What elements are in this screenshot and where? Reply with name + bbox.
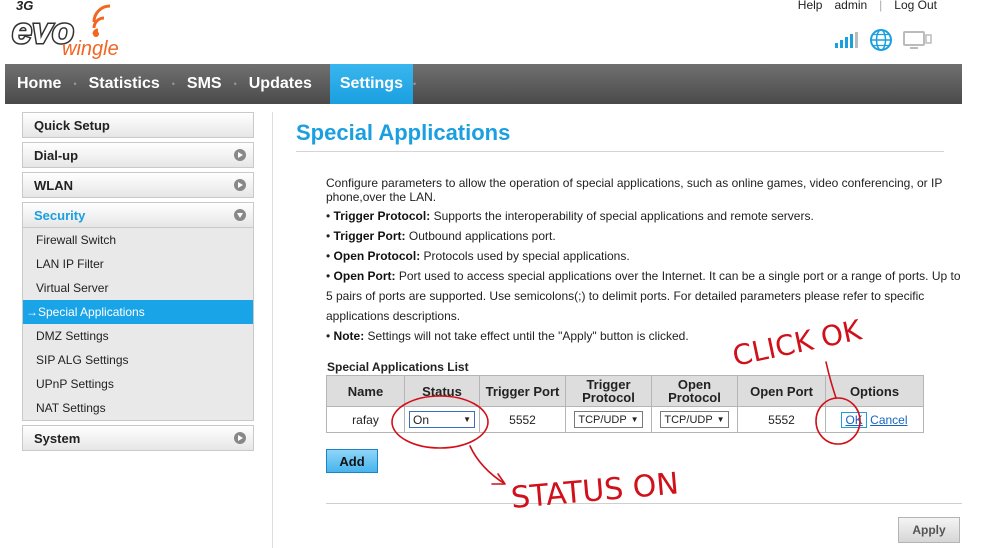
col-status: Status	[404, 375, 480, 407]
security-submenu: Firewall Switch LAN IP Filter Virtual Se…	[22, 228, 254, 421]
apply-button[interactable]: Apply	[898, 517, 960, 543]
sidebar-system[interactable]: System	[22, 425, 254, 451]
trigger-protocol-select[interactable]: TCP/UDP ▼	[574, 411, 643, 428]
dropdown-arrow-icon: ▼	[630, 415, 639, 424]
cell-trigger-port: 5552	[479, 406, 566, 433]
sidebar-security-label: Security	[34, 207, 86, 223]
status-select[interactable]: On ▼	[409, 411, 475, 428]
chevron-right-icon	[234, 149, 246, 161]
signal-strength-icon	[835, 32, 858, 48]
col-trigger-protocol: Trigger Protocol	[565, 375, 652, 407]
sidebar-dialup[interactable]: Dial-up	[22, 142, 254, 168]
cell-open-protocol: TCP/UDP ▼	[651, 406, 738, 433]
help-link[interactable]: Help	[798, 0, 823, 12]
globe-internet-icon	[870, 29, 892, 51]
col-trigger-port: Trigger Port	[479, 375, 566, 407]
table-header-row: Name Status Trigger Port Trigger Protoco…	[326, 375, 924, 407]
special-applications-table: Name Status Trigger Port Trigger Protoco…	[326, 375, 924, 433]
bullet-open-protocol: • Open Protocol: Protocols used by speci…	[326, 249, 630, 263]
computer-connection-icon	[903, 31, 932, 49]
nav-sms[interactable]: SMS	[175, 64, 234, 104]
sidebar-item-dmz-settings[interactable]: DMZ Settings	[23, 324, 253, 348]
nav-home[interactable]: Home	[5, 64, 73, 104]
add-button[interactable]: Add	[326, 449, 378, 473]
chevron-right-icon	[234, 432, 246, 444]
sidebar-item-special-applications[interactable]: →Special Applications	[23, 300, 253, 324]
sidebar-item-upnp-settings[interactable]: UPnP Settings	[23, 372, 253, 396]
nav-statistics[interactable]: Statistics	[77, 64, 172, 104]
dropdown-arrow-icon: ▼	[463, 415, 471, 424]
top-links: Help admin | Log Out	[798, 0, 937, 12]
col-name: Name	[326, 375, 405, 407]
admin-user-label: admin	[834, 0, 868, 12]
settings-sidebar: Quick Setup Dial-up WLAN Security Firewa…	[22, 112, 254, 455]
bullet-note: • Note: Settings will not take effect un…	[326, 329, 689, 343]
dropdown-arrow-icon: ▼	[716, 415, 725, 424]
bullet-open-port: • Open Port: Port used to access special…	[326, 269, 961, 323]
top-separator: |	[879, 0, 883, 12]
cell-status: On ▼	[404, 406, 480, 433]
sidebar-system-label: System	[34, 430, 81, 446]
page-title: Special Applications	[296, 120, 511, 145]
col-open-port: Open Port	[737, 375, 826, 407]
cancel-link[interactable]: Cancel	[870, 413, 907, 427]
logo-suffix: wingle	[62, 38, 119, 60]
cell-options: OK Cancel	[825, 406, 924, 433]
sidebar-security[interactable]: Security	[22, 202, 254, 228]
status-icons	[835, 28, 933, 52]
nav-separator: •	[412, 79, 417, 89]
sidebar-item-virtual-server[interactable]: Virtual Server	[23, 276, 253, 300]
table-row: rafay On ▼ 5552 TCP/UDP ▼ TCP/UDP ▼ 5552 OK…	[326, 406, 924, 433]
sidebar-item-sip-alg-settings[interactable]: SIP ALG Settings	[23, 348, 253, 372]
ok-link[interactable]: OK	[841, 411, 867, 428]
nav-updates[interactable]: Updates	[237, 64, 324, 104]
page-description: Configure parameters to allow the operat…	[326, 176, 943, 204]
bullet-trigger-port: • Trigger Port: Outbound applications po…	[326, 229, 556, 243]
router-admin-page: 3G evo wingle Help admin | Log Out Home …	[0, 0, 995, 548]
evo-wingle-logo: 3G evo wingle	[10, 0, 150, 62]
col-open-protocol: Open Protocol	[651, 375, 738, 407]
cell-name: rafay	[326, 406, 405, 433]
logout-link[interactable]: Log Out	[894, 0, 937, 12]
sidebar-divider	[272, 112, 273, 548]
sidebar-item-lan-ip-filter[interactable]: LAN IP Filter	[23, 252, 253, 276]
status-arrow-annotation	[469, 445, 506, 485]
status-on-annotation: STATUS ON	[510, 466, 681, 516]
open-protocol-select[interactable]: TCP/UDP ▼	[660, 411, 729, 428]
sidebar-wlan[interactable]: WLAN	[22, 172, 254, 198]
main-nav-bar: Home • Statistics • SMS • Updates Settin…	[5, 64, 962, 104]
sidebar-quick-setup-label: Quick Setup	[34, 117, 110, 133]
col-options: Options	[825, 375, 924, 407]
sidebar-quick-setup[interactable]: Quick Setup	[22, 112, 254, 138]
nav-settings[interactable]: Settings	[329, 64, 413, 104]
sidebar-dialup-label: Dial-up	[34, 147, 79, 163]
chevron-down-icon	[234, 209, 246, 221]
list-title: Special Applications List	[327, 360, 469, 374]
help-bullets: • Trigger Protocol: Supports the interop…	[326, 206, 962, 346]
sidebar-item-firewall-switch[interactable]: Firewall Switch	[23, 228, 253, 252]
bullet-trigger-protocol: • Trigger Protocol: Supports the interop…	[326, 209, 814, 223]
cell-open-port: 5552	[737, 406, 826, 433]
cell-trigger-protocol: TCP/UDP ▼	[565, 406, 652, 433]
sidebar-item-nat-settings[interactable]: NAT Settings	[23, 396, 253, 420]
chevron-right-icon	[234, 179, 246, 191]
footer-divider	[326, 503, 962, 504]
sidebar-wlan-label: WLAN	[34, 177, 73, 193]
title-divider	[296, 151, 944, 152]
